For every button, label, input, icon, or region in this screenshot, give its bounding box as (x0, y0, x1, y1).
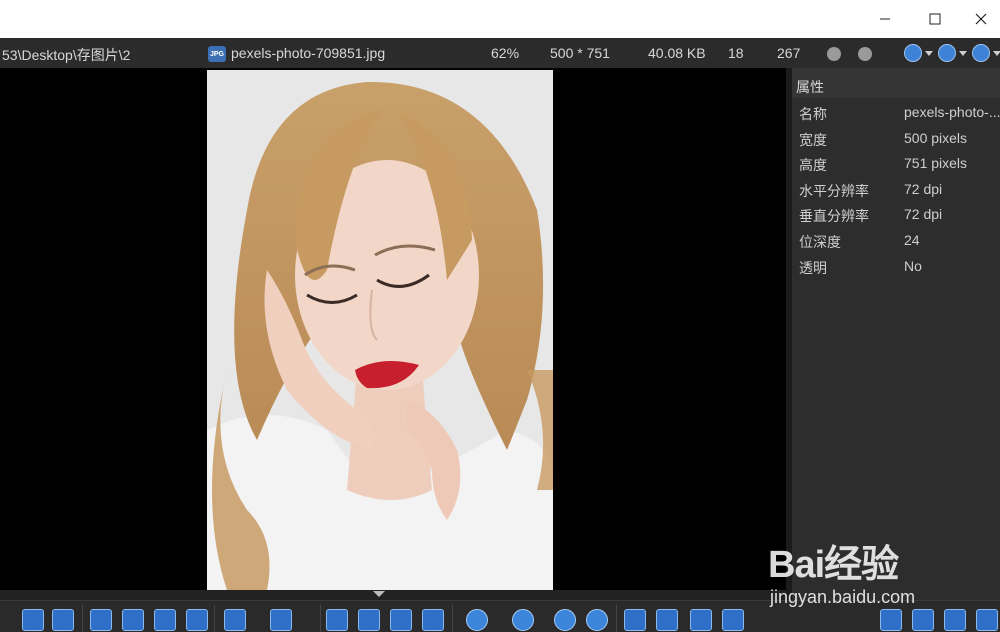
title-bar (0, 0, 1000, 38)
zoom-level: 62% (491, 45, 520, 61)
chevron-down-icon (993, 50, 1000, 56)
collapse-arrow-icon[interactable] (373, 591, 385, 597)
slideshow-icon[interactable] (154, 609, 176, 631)
properties-panel: 属性 名称 pexels-photo-... 宽度 500 pixels 高度 … (786, 68, 1000, 600)
status-dot-icon[interactable] (858, 47, 872, 61)
previous-image-icon[interactable] (358, 609, 380, 631)
fit-screen-icon[interactable] (656, 609, 678, 631)
property-value: 72 dpi (904, 206, 943, 223)
property-row[interactable]: 高度 751 pixels (792, 149, 1000, 175)
jpg-file-icon: JPG (208, 46, 226, 62)
chevron-down-icon (925, 50, 933, 56)
chevron-down-icon (959, 50, 967, 56)
property-key: 水平分辨率 (799, 182, 869, 199)
layout-icon[interactable] (880, 609, 902, 631)
property-key: 高度 (799, 157, 827, 174)
property-row[interactable]: 水平分辨率 72 dpi (792, 175, 1000, 201)
nav-next-button[interactable] (938, 43, 968, 63)
fullscreen-icon[interactable] (976, 609, 998, 631)
image-index: 18 (728, 45, 744, 61)
property-key: 透明 (799, 259, 827, 276)
folder-path: 53\Desktop\存图片\2 (2, 47, 131, 63)
settings-icon[interactable] (466, 609, 488, 631)
bottom-toolbar (0, 600, 1000, 632)
histogram-icon[interactable] (122, 609, 144, 631)
property-row[interactable]: 透明 No (792, 252, 1000, 278)
file-size: 40.08 KB (648, 45, 706, 61)
fit-width-icon[interactable] (690, 609, 712, 631)
nav-prev-button[interactable] (904, 43, 934, 63)
gear-icon[interactable] (846, 609, 868, 631)
toolbar-divider (82, 605, 83, 632)
next-folder-icon[interactable] (52, 609, 74, 631)
crop-icon[interactable] (186, 609, 208, 631)
toolbar-divider (616, 605, 617, 632)
panel-title: 属性 (792, 68, 1000, 98)
prev-folder-icon[interactable] (22, 609, 44, 631)
export-icon[interactable] (270, 609, 292, 631)
fit-height-icon[interactable] (722, 609, 744, 631)
actual-size-icon[interactable] (624, 609, 646, 631)
fit-window-icon[interactable] (90, 609, 112, 631)
portrait-illustration (207, 70, 553, 590)
toolbar-divider (452, 605, 453, 632)
property-row[interactable]: 垂直分辨率 72 dpi (792, 200, 1000, 226)
arrow-down-icon (972, 44, 990, 62)
arrow-right-icon (938, 44, 956, 62)
last-image-icon[interactable] (422, 609, 444, 631)
first-image-icon[interactable] (326, 609, 348, 631)
close-button[interactable] (958, 0, 1000, 38)
minimize-button[interactable] (862, 0, 908, 38)
maximize-icon (929, 13, 941, 25)
image-total: 267 (777, 45, 801, 61)
thumbnail-strip-handle[interactable] (0, 590, 786, 600)
minimize-icon (880, 18, 890, 20)
toolbar-divider (320, 605, 321, 632)
image-viewer[interactable] (0, 68, 786, 590)
grid-view-icon[interactable] (912, 609, 934, 631)
property-key: 垂直分辨率 (799, 208, 869, 225)
property-value: pexels-photo-... (904, 104, 1000, 120)
status-dot-icon[interactable] (827, 47, 841, 61)
property-row[interactable]: 宽度 500 pixels (792, 124, 1000, 150)
property-value: 500 pixels (904, 129, 968, 146)
property-key: 宽度 (799, 131, 827, 148)
property-row[interactable]: 位深度 24 (792, 226, 1000, 252)
property-value: 751 pixels (904, 155, 968, 172)
property-value: 24 (904, 231, 920, 248)
maximize-button[interactable] (912, 0, 958, 38)
zoom-icon[interactable] (512, 609, 534, 631)
next-image-icon[interactable] (390, 609, 412, 631)
filename: pexels-photo-709851.jpg (231, 45, 386, 61)
info-bar: 53\Desktop\存图片\2 JPG pexels-photo-709851… (0, 38, 1000, 68)
toolbar-divider (214, 605, 215, 632)
property-value: No (904, 257, 922, 274)
zoom-in-icon[interactable] (586, 609, 608, 631)
image-dimensions: 500 * 751 (550, 45, 610, 61)
zoom-out-icon[interactable] (554, 609, 576, 631)
preview-icon[interactable] (944, 609, 966, 631)
edit-icon[interactable] (224, 609, 246, 631)
nav-menu-button[interactable] (972, 43, 1000, 63)
property-key: 名称 (799, 106, 827, 122)
property-value: 72 dpi (904, 180, 943, 197)
close-icon (975, 13, 987, 25)
property-key: 位深度 (799, 233, 841, 250)
arrow-up-icon (904, 44, 922, 62)
property-row[interactable]: 名称 pexels-photo-... (792, 98, 1000, 124)
photo-image (207, 70, 553, 590)
